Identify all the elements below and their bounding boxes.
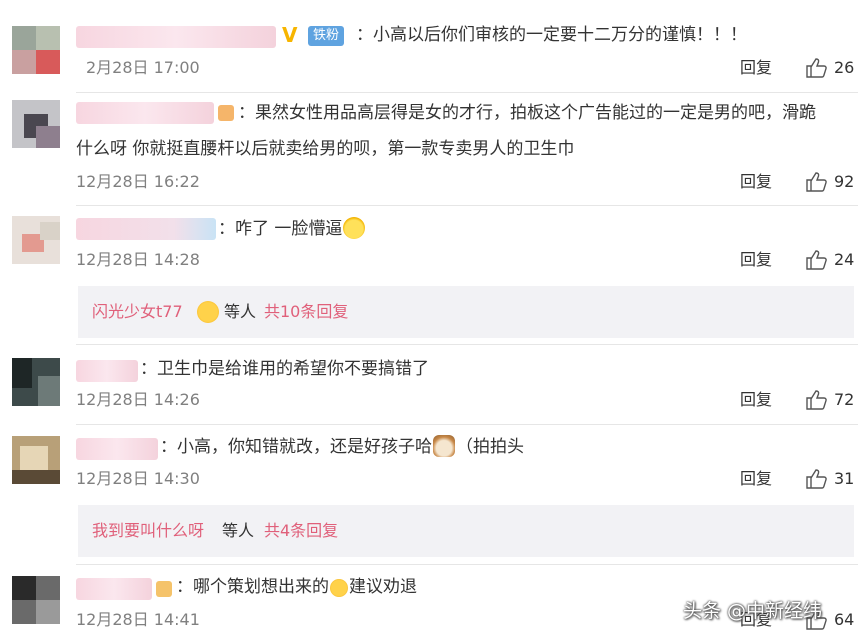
hug-emoji-icon (330, 579, 348, 597)
reply-button[interactable]: 回复 (740, 388, 772, 412)
username-blurred[interactable] (76, 102, 214, 124)
avatar[interactable] (12, 576, 60, 624)
comment-time: 12月28日 14:41 (76, 610, 200, 629)
verified-v-icon: V (282, 23, 298, 47)
heart-eyes-emoji-icon (197, 301, 219, 323)
like-count: 92 (834, 172, 855, 191)
thumbs-up-icon (806, 469, 827, 489)
divider (76, 92, 858, 93)
username-blurred[interactable] (76, 26, 276, 48)
subreply-user-link[interactable]: 我到要叫什么呀 (92, 505, 204, 557)
thumbs-up-icon (806, 172, 827, 192)
subreply-etc-label: 等人 (222, 521, 255, 540)
username-blurred[interactable] (76, 578, 152, 600)
subreply-summary[interactable]: 我到要叫什么呀 等人 共4条回复 (78, 505, 854, 557)
comment-text: ：咋了 一脸懵逼 (218, 212, 366, 246)
user-badge-icon (156, 581, 172, 597)
username-blurred[interactable] (76, 360, 138, 382)
divider (76, 344, 858, 345)
reply-button[interactable]: 回复 (740, 467, 772, 491)
divider (76, 205, 858, 206)
subreply-more-link[interactable]: 共4条回复 (264, 505, 338, 557)
divider (76, 424, 858, 425)
like-count: 24 (834, 250, 855, 269)
comment-text: ：哪个策划想出来的 建议劝退 (176, 577, 417, 597)
watermark: 头条 @中新经纬 (683, 600, 823, 622)
reply-button[interactable]: 回复 (740, 170, 772, 194)
thumbs-up-icon (806, 250, 827, 270)
laughing-tears-emoji-icon (343, 217, 366, 239)
thumbs-up-icon (806, 390, 827, 410)
subreply-summary[interactable]: 闪光少女t77 等人 共10条回复 (78, 286, 854, 338)
avatar[interactable] (12, 358, 60, 406)
user-badge-icon (218, 105, 234, 121)
avatar[interactable] (12, 436, 60, 484)
comment-time: 12月28日 16:22 (76, 172, 200, 191)
like-count: 31 (834, 469, 855, 488)
comment-text: ：果然女性用品高层得是女的才行，拍板这个广告能过的一定是男的吧，滑跪 (238, 103, 816, 123)
comment-text: ：卫生巾是给谁用的希望你不要搞错了 (140, 359, 429, 379)
comment-time: 12月28日 14:26 (76, 390, 200, 409)
comment-text: ：小高，你知错就改，还是好孩子哈 （拍拍头 (160, 435, 524, 457)
subreply-etc-label: 等人 (224, 302, 257, 321)
comment-time: 2月28日 17:00 (86, 58, 200, 77)
username-blurred[interactable] (76, 438, 158, 460)
username-blurred[interactable] (76, 218, 216, 240)
comment-text-line2: 什么呀 你就挺直腰杆以后就卖给男的呗，第一款专卖男人的卫生巾 (76, 139, 575, 159)
divider (76, 564, 858, 565)
avatar[interactable] (12, 216, 60, 264)
subreply-user-link[interactable]: 闪光少女t77 (92, 286, 183, 338)
comment-text: ：小高以后你们审核的一定要十二万分的谨慎！！！ (356, 25, 747, 45)
avatar[interactable] (12, 26, 60, 74)
comment-time: 12月28日 14:28 (76, 250, 200, 269)
reply-button[interactable]: 回复 (740, 248, 772, 272)
avatar[interactable] (12, 100, 60, 148)
subreply-more-link[interactable]: 共10条回复 (264, 286, 348, 338)
like-count: 26 (834, 58, 855, 77)
reply-button[interactable]: 回复 (740, 56, 772, 80)
cat-face-emoji-icon (433, 435, 455, 457)
comment-time: 12月28日 14:30 (76, 469, 200, 488)
like-count: 64 (834, 610, 855, 629)
thumbs-up-icon (806, 58, 827, 78)
like-count: 72 (834, 390, 855, 409)
fan-badge: 铁粉 (308, 26, 345, 46)
